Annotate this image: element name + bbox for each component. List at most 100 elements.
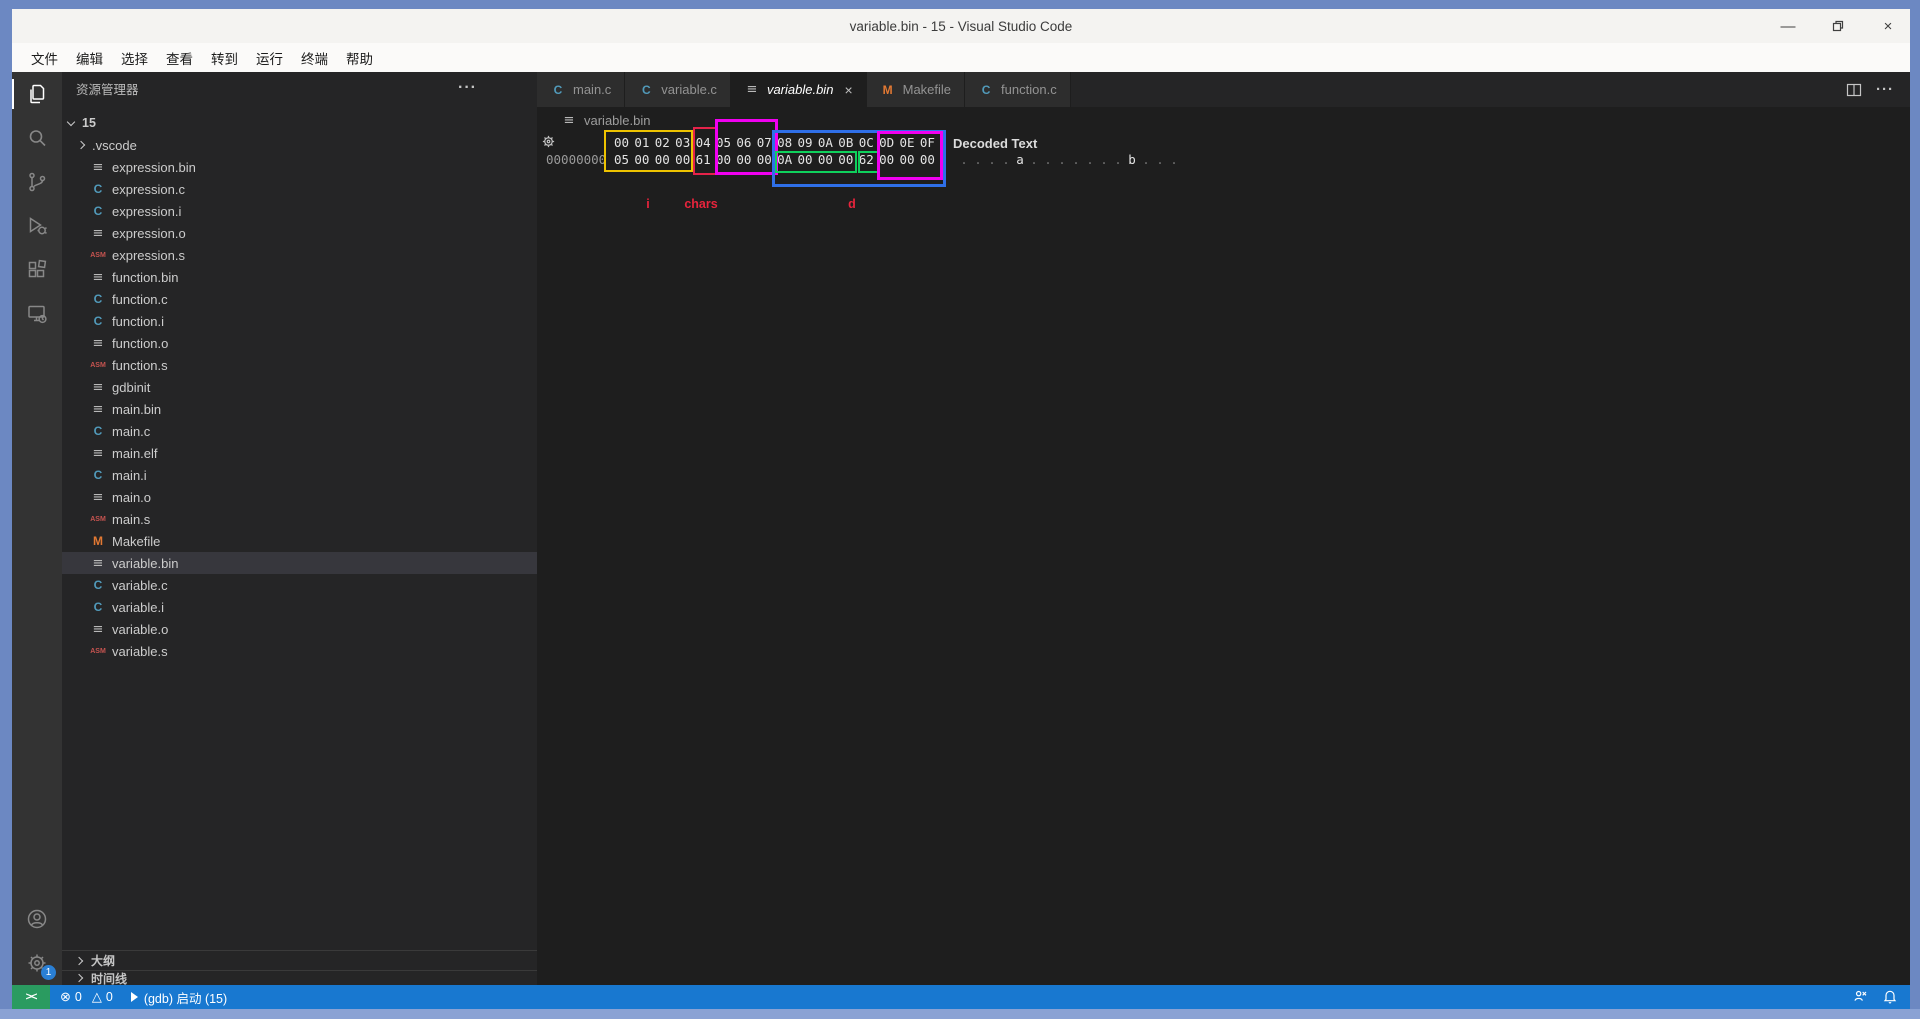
binary-file-icon: ≡ [561,113,577,128]
tab-variable-c[interactable]: Cvariable.c [625,72,731,107]
run-debug-icon[interactable] [12,204,62,248]
tab-main-c[interactable]: Cmain.c [537,72,625,107]
tree-item-expression-bin[interactable]: ≡expression.bin [62,156,537,178]
tree-item-vscode[interactable]: .vscode [62,134,537,156]
editor-group: Cmain.c Cvariable.c ≡variable.bin× MMake… [537,72,1910,985]
error-count: 0 [75,990,82,1004]
tree-item-gdbinit[interactable]: ≡gdbinit [62,376,537,398]
status-bar: >< ⊗ 0 △ 0 (gdb) 启动 (15) [12,985,1910,1009]
tree-item-function-o[interactable]: ≡function.o [62,332,537,354]
menu-help[interactable]: 帮助 [337,46,382,70]
explorer-icon[interactable] [12,72,62,116]
close-icon[interactable]: × [844,82,852,98]
restore-icon[interactable] [1830,18,1846,34]
tree-item-main-bin[interactable]: ≡main.bin [62,398,537,420]
hex-byte-row[interactable]: 05000000610000000A00000062000000 [614,152,940,167]
tree-item-variable-c[interactable]: Cvariable.c [62,574,537,596]
account-icon[interactable] [12,897,62,941]
timeline-panel-header[interactable]: 时间线 [62,970,537,985]
tree-item-root-15[interactable]: 15 [62,112,537,134]
tree-item-function-c[interactable]: Cfunction.c [62,288,537,310]
menu-goto[interactable]: 转到 [202,46,247,70]
decoded-text-row[interactable]: ....a.......b... [957,152,1181,167]
debug-launch-label: (gdb) 启动 (15) [144,988,227,1007]
outline-panel-header[interactable]: 大纲 [62,950,537,970]
titlebar[interactable]: variable.bin - 15 - Visual Studio Code —… [12,9,1910,43]
c-file-icon: C [90,424,106,438]
feedback-icon[interactable] [1852,988,1868,1007]
asm-file-icon: ASM [90,516,106,523]
menu-run[interactable]: 运行 [247,46,292,70]
tree-item-main-c[interactable]: Cmain.c [62,420,537,442]
hex-settings-gear-icon[interactable] [541,134,556,154]
menu-file[interactable]: 文件 [22,46,67,70]
tree-item-main-s[interactable]: ASMmain.s [62,508,537,530]
hex-offset: 00000000 [546,152,606,167]
remote-indicator[interactable]: >< [12,985,50,1009]
tree-item-makefile[interactable]: MMakefile [62,530,537,552]
extensions-icon[interactable] [12,248,62,292]
tree-item-expression-c[interactable]: Cexpression.c [62,178,537,200]
binary-file-icon: ≡ [90,160,106,175]
tree-item-expression-s[interactable]: ASMexpression.s [62,244,537,266]
tree-item-function-bin[interactable]: ≡function.bin [62,266,537,288]
menu-selection[interactable]: 选择 [112,46,157,70]
tree-item-function-s[interactable]: ASMfunction.s [62,354,537,376]
notifications-bell-icon[interactable] [1882,988,1898,1007]
tree-item-expression-o[interactable]: ≡expression.o [62,222,537,244]
makefile-icon: M [880,83,896,97]
menu-terminal[interactable]: 终端 [292,46,337,70]
decoded-text-header: Decoded Text [953,136,1037,151]
binary-file-icon: ≡ [90,270,106,285]
breadcrumb[interactable]: ≡ variable.bin [537,107,1910,133]
tree-item-main-i[interactable]: Cmain.i [62,464,537,486]
tree-item-main-o[interactable]: ≡main.o [62,486,537,508]
window-title: variable.bin - 15 - Visual Studio Code [12,9,1910,43]
settings-gear-icon[interactable]: 1 [12,941,62,985]
binary-file-icon: ≡ [90,556,106,571]
desktop-bottom-strip [0,1009,1920,1019]
object-file-icon: ≡ [90,622,106,637]
editor-actions: ··· [1846,72,1910,107]
tree-item-variable-i[interactable]: Cvariable.i [62,596,537,618]
activity-bar: 1 [12,72,62,985]
tree-item-variable-bin[interactable]: ≡variable.bin [62,552,537,574]
split-editor-icon[interactable] [1846,82,1862,98]
list-file-icon: ≡ [90,380,106,395]
makefile-icon: M [90,534,106,548]
sidebar-header: 资源管理器 ··· [62,72,537,104]
problems-status[interactable]: ⊗ 0 △ 0 [60,989,113,1005]
c-file-icon: C [90,468,106,482]
elf-file-icon: ≡ [90,446,106,461]
tab-makefile[interactable]: MMakefile [867,72,965,107]
vscode-window: variable.bin - 15 - Visual Studio Code —… [12,9,1910,1009]
c-file-icon: C [90,578,106,592]
annotation-label-d: d [848,197,856,211]
minimize-icon[interactable]: — [1780,18,1796,34]
tab-function-c[interactable]: Cfunction.c [965,72,1071,107]
debug-launch-status[interactable]: (gdb) 启动 (15) [131,988,227,1007]
close-window-icon[interactable]: × [1880,18,1896,34]
breadcrumb-file: variable.bin [584,113,651,128]
menu-edit[interactable]: 编辑 [67,46,112,70]
window-controls: — × [1780,9,1896,43]
tree-item-main-elf[interactable]: ≡main.elf [62,442,537,464]
c-file-icon: C [978,83,994,97]
tree-item-variable-o[interactable]: ≡variable.o [62,618,537,640]
menu-bar: 文件 编辑 选择 查看 转到 运行 终端 帮助 [12,43,1910,72]
source-control-icon[interactable] [12,160,62,204]
remote-explorer-icon[interactable] [12,292,62,336]
tree-item-expression-i[interactable]: Cexpression.i [62,200,537,222]
menu-view[interactable]: 查看 [157,46,202,70]
c-file-icon: C [90,600,106,614]
c-file-icon: C [90,182,106,196]
tree-item-function-i[interactable]: Cfunction.i [62,310,537,332]
tab-variable-bin[interactable]: ≡variable.bin× [731,72,867,107]
search-icon[interactable] [12,116,62,160]
tree-item-variable-s[interactable]: ASMvariable.s [62,640,537,662]
warning-count: 0 [106,990,113,1004]
c-file-icon: C [638,83,654,97]
asm-file-icon: ASM [90,362,106,369]
more-actions-icon[interactable]: ··· [1876,81,1894,98]
more-actions-icon[interactable]: ··· [458,79,477,97]
